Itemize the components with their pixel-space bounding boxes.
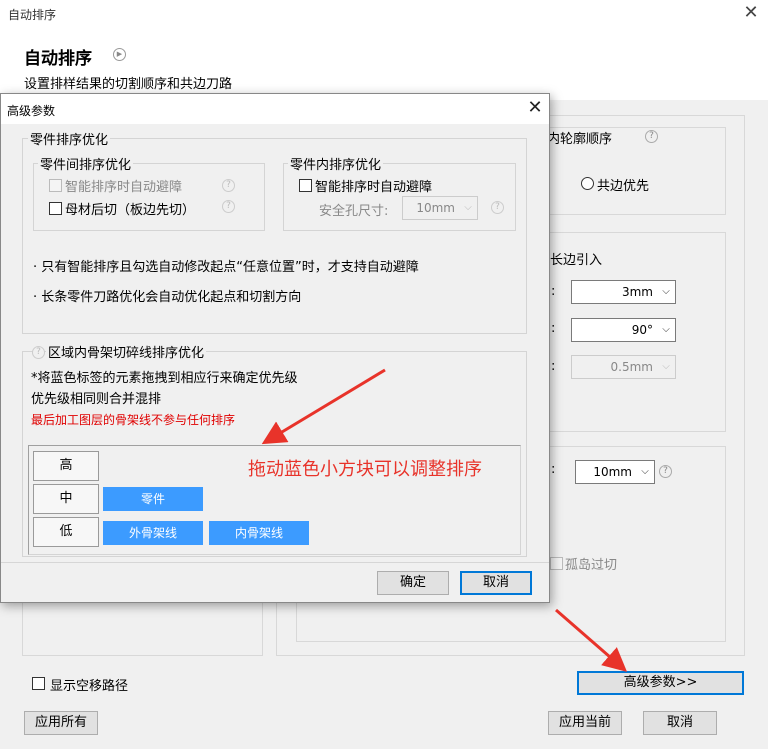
- annotation-arrow-to-advanced: [555, 608, 628, 672]
- annotation-arrows: [261, 368, 628, 672]
- annotation-text: 拖动蓝色小方块可以调整排序: [248, 459, 482, 480]
- annotation-arrow-to-board: [261, 368, 386, 445]
